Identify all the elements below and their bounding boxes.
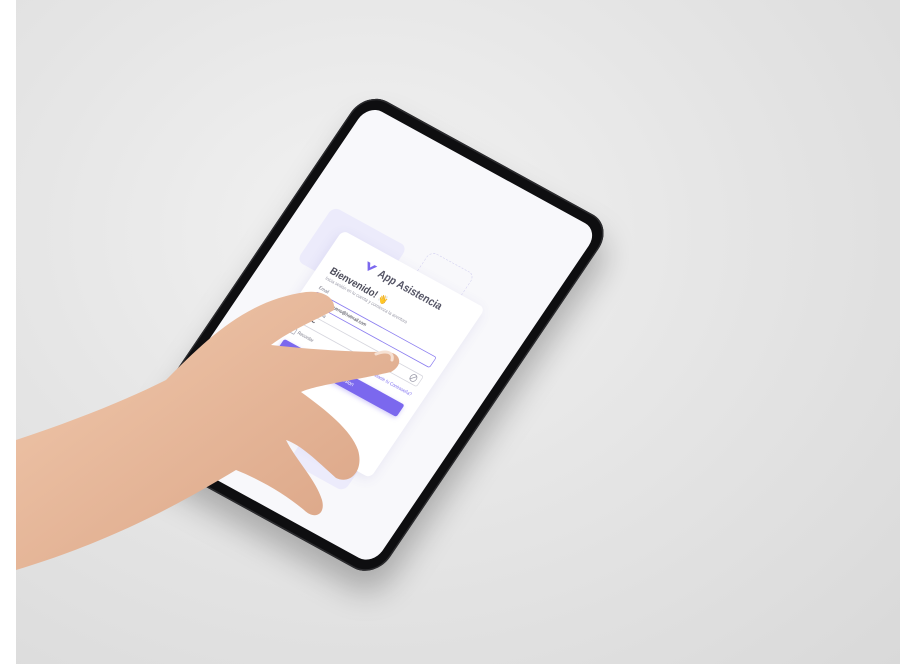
- hand-illustration: [16, 291, 400, 570]
- photo-scene: App Asistencia Bienvenido! 👋 Inicia sesi…: [16, 0, 900, 664]
- hand-shape: [16, 291, 400, 570]
